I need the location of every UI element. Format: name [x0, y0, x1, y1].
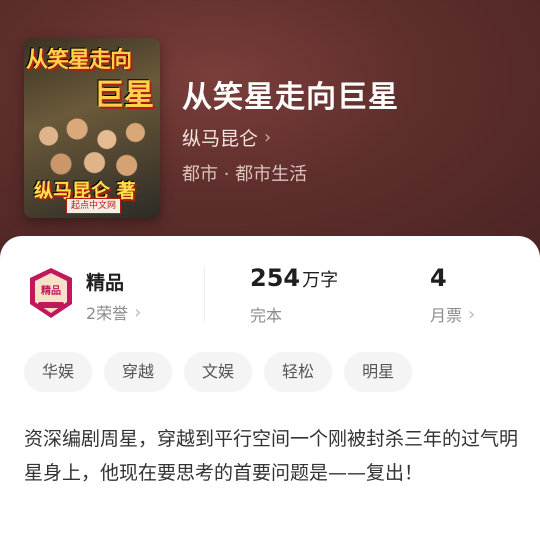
- monthly-tickets-link[interactable]: 月票 ›: [430, 302, 475, 326]
- premium-badge-icon: 精品: [30, 268, 72, 318]
- cover-illustration: [30, 108, 154, 178]
- tag-list: 华娱 穿越 文娱 轻松 明星: [24, 352, 413, 392]
- book-title: 从笑星走向巨星: [182, 80, 399, 115]
- tag-chip[interactable]: 轻松: [264, 352, 333, 392]
- word-count-value: 254: [250, 264, 301, 292]
- honor-label: 精品: [86, 272, 125, 294]
- word-count-unit: 万字: [302, 270, 339, 291]
- book-description: 资深编剧周星，穿越到平行空间一个刚被封杀三年的过气明星身上，他现在要思考的首要问…: [24, 428, 519, 484]
- author-name: 纵马昆仑: [182, 128, 259, 150]
- honor-link[interactable]: 2荣誉 ›: [86, 300, 141, 324]
- chevron-right-icon: ›: [134, 301, 142, 323]
- cover-publisher-logo: 起点中文网: [66, 198, 122, 214]
- tag-chip[interactable]: 华娱: [24, 352, 93, 392]
- book-cover[interactable]: 从笑星走向 巨星 纵马昆仑 著 起点中文网: [24, 38, 160, 218]
- word-count: 254 万字: [250, 264, 338, 292]
- book-genre: 都市 · 都市生活: [182, 164, 308, 185]
- book-header: 从笑星走向 巨星 纵马昆仑 著 起点中文网 从笑星走向巨星 纵马昆仑 › 都市 …: [0, 0, 540, 260]
- tag-chip[interactable]: 穿越: [104, 352, 173, 392]
- honor-count: 2荣誉: [86, 304, 129, 323]
- svg-text:精品: 精品: [41, 284, 61, 297]
- chevron-right-icon: ›: [468, 303, 476, 325]
- completion-status: 完本: [250, 306, 283, 325]
- monthly-tickets-value: 4: [430, 264, 447, 292]
- tag-chip[interactable]: 文娱: [184, 352, 253, 392]
- chevron-right-icon: ›: [264, 127, 272, 148]
- book-info-panel: 精品 精品 2荣誉 › 254 万字 完本 4 月票 › 华娱 穿越 文娱 轻松 …: [0, 236, 540, 536]
- stats-divider: [204, 266, 205, 322]
- author-link[interactable]: 纵马昆仑 ›: [182, 124, 271, 151]
- tag-chip[interactable]: 明星: [344, 352, 413, 392]
- monthly-tickets-label: 月票: [430, 306, 463, 325]
- stats-row: 精品 精品 2荣誉 › 254 万字 完本 4 月票 ›: [0, 258, 540, 338]
- monthly-tickets: 4: [430, 264, 447, 292]
